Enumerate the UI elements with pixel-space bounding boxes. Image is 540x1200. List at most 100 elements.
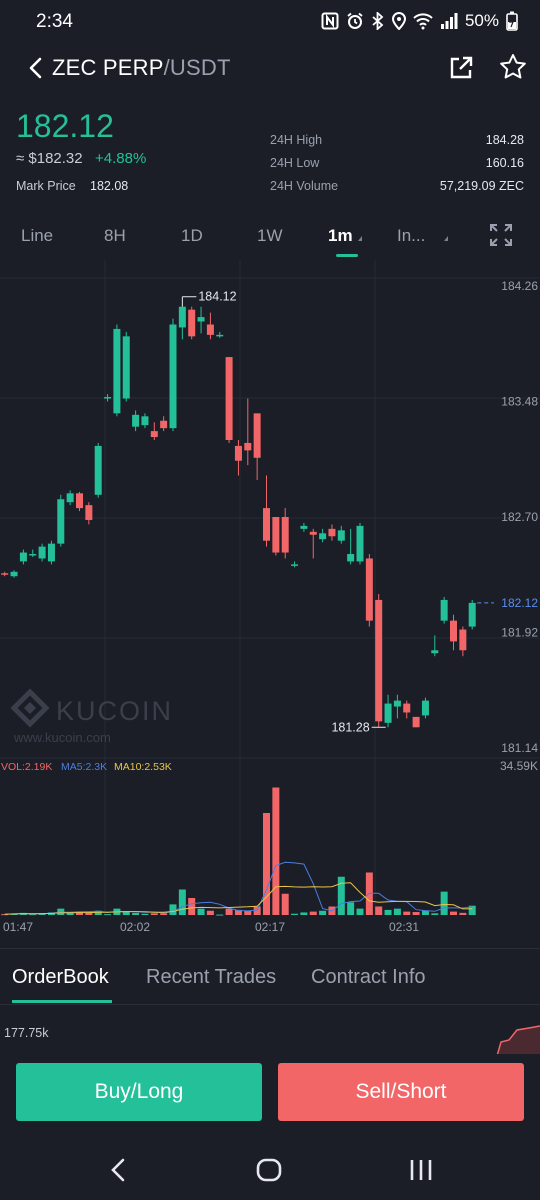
- tab-active-underline: [12, 1000, 112, 1003]
- high-marker-label: 184.12: [198, 290, 236, 304]
- tab-orderbook[interactable]: OrderBook: [12, 966, 109, 989]
- candle-body: [244, 442, 252, 451]
- signal-icon: [440, 13, 458, 29]
- candle-body: [253, 413, 261, 458]
- status-bar: 2:34 50%: [0, 0, 540, 44]
- candle-body: [337, 530, 345, 541]
- candle-body: [57, 499, 65, 544]
- nav-recents-icon[interactable]: [408, 1158, 434, 1182]
- tabs-divider-bottom: [0, 1004, 540, 1005]
- mark-price-label: Mark Price: [16, 179, 76, 193]
- volume-legend-vol: VOL:2.19K: [1, 761, 52, 773]
- volume-bar: [281, 893, 289, 915]
- tf-1d[interactable]: 1D: [181, 226, 203, 246]
- candle-body: [291, 564, 299, 566]
- candle-body: [412, 716, 420, 728]
- buy-long-button[interactable]: Buy/Long: [16, 1063, 262, 1121]
- candle-body: [393, 700, 401, 707]
- fullscreen-icon[interactable]: [489, 223, 513, 247]
- price-axis-label: 182.12: [501, 596, 538, 610]
- tf-indicators[interactable]: In...: [397, 226, 425, 246]
- ask-depth-curve: [496, 1025, 540, 1056]
- time-axis-label: 02:02: [120, 920, 150, 934]
- tab-contract-info[interactable]: Contract Info: [311, 966, 426, 989]
- location-icon: [391, 12, 406, 30]
- volume-bar: [309, 911, 317, 915]
- price-axis-label: 181.92: [501, 626, 538, 640]
- tf-1w[interactable]: 1W: [257, 226, 283, 246]
- time-axis-label: 02:17: [255, 920, 285, 934]
- candle-body: [76, 493, 83, 509]
- system-nav-bar: [0, 1138, 540, 1200]
- candle-body: [85, 505, 93, 520]
- volume-bar: [431, 913, 439, 915]
- low-marker-label: 181.28: [331, 720, 369, 734]
- volume-ma5-line: [4, 861, 473, 915]
- candle-body: [431, 650, 439, 654]
- volume-label: 24H Volume: [270, 179, 339, 193]
- tab-recent-trades[interactable]: Recent Trades: [146, 966, 276, 989]
- kline-chart[interactable]: KUCOIN www.kucoin.com 184.26 183.48 182.70…: [0, 260, 540, 940]
- candle-body: [347, 554, 355, 562]
- volume-bar: [178, 889, 186, 915]
- volume-bar: [160, 913, 168, 915]
- volume-bar: [132, 912, 140, 915]
- volume-bar: [291, 913, 299, 915]
- candle-body: [19, 552, 27, 562]
- candle-body: [421, 700, 429, 716]
- depth-axis-value: 177.75k: [4, 1026, 49, 1040]
- volume-bar: [375, 906, 383, 915]
- last-price: 182.12: [16, 108, 114, 144]
- candle-body: [160, 420, 168, 429]
- tf-8h[interactable]: 8H: [104, 226, 126, 246]
- volume-bar: [216, 914, 224, 916]
- candle-body: [197, 317, 205, 322]
- volume-bar: [319, 910, 327, 915]
- sell-short-button[interactable]: Sell/Short: [278, 1063, 524, 1121]
- candle-body: [459, 629, 467, 651]
- battery-charging-icon: [506, 11, 518, 31]
- candle-body: [319, 533, 327, 540]
- status-icons: 50%: [321, 11, 518, 31]
- candle-body: [309, 531, 317, 535]
- low-value: 160.16: [485, 156, 524, 170]
- nav-back-icon[interactable]: [108, 1158, 130, 1182]
- tf-indicators-caret-icon: [444, 236, 448, 241]
- candle-body: [38, 546, 46, 559]
- high-value: 184.28: [485, 133, 524, 147]
- chart-svg[interactable]: KUCOIN www.kucoin.com 184.26 183.48 182.70…: [0, 260, 540, 940]
- candle-body: [300, 525, 308, 529]
- approx-fiat-price: ≈ $182.32: [16, 150, 83, 167]
- volume-bar: [421, 910, 429, 915]
- volume-bar: [337, 876, 345, 915]
- volume-bar: [384, 909, 392, 915]
- tf-active-underline: [336, 254, 358, 257]
- tf-line[interactable]: Line: [21, 226, 53, 246]
- candle-body: [281, 517, 289, 553]
- back-icon[interactable]: [22, 54, 50, 82]
- candle-body: [122, 336, 130, 399]
- price-axis-label: 184.26: [501, 279, 538, 293]
- volume-bar: [141, 913, 149, 915]
- volume-legend-ma5: MA5:2.3K: [61, 761, 107, 773]
- volume-bar: [347, 902, 355, 915]
- candle-body: [440, 599, 448, 621]
- volume-bar: [169, 904, 177, 915]
- nav-home-icon[interactable]: [256, 1158, 282, 1182]
- volume-bar: [150, 913, 158, 915]
- volume-bar: [104, 914, 112, 916]
- favorite-star-icon[interactable]: [498, 52, 528, 82]
- share-icon[interactable]: [447, 54, 475, 82]
- volume-bar: [403, 911, 411, 915]
- wifi-icon: [413, 13, 433, 30]
- candle-body: [29, 554, 37, 556]
- volume-value: 57,219.09 ZEC: [439, 179, 524, 193]
- volume-bar: [197, 908, 205, 915]
- candle-body: [132, 414, 140, 427]
- candle-body: [188, 309, 196, 337]
- pair-base: ZEC PERP: [52, 55, 164, 80]
- tf-1m[interactable]: 1m: [328, 226, 353, 246]
- price-axis-label: 183.48: [501, 395, 538, 409]
- volume-bar: [29, 914, 37, 916]
- candle-body: [150, 431, 158, 438]
